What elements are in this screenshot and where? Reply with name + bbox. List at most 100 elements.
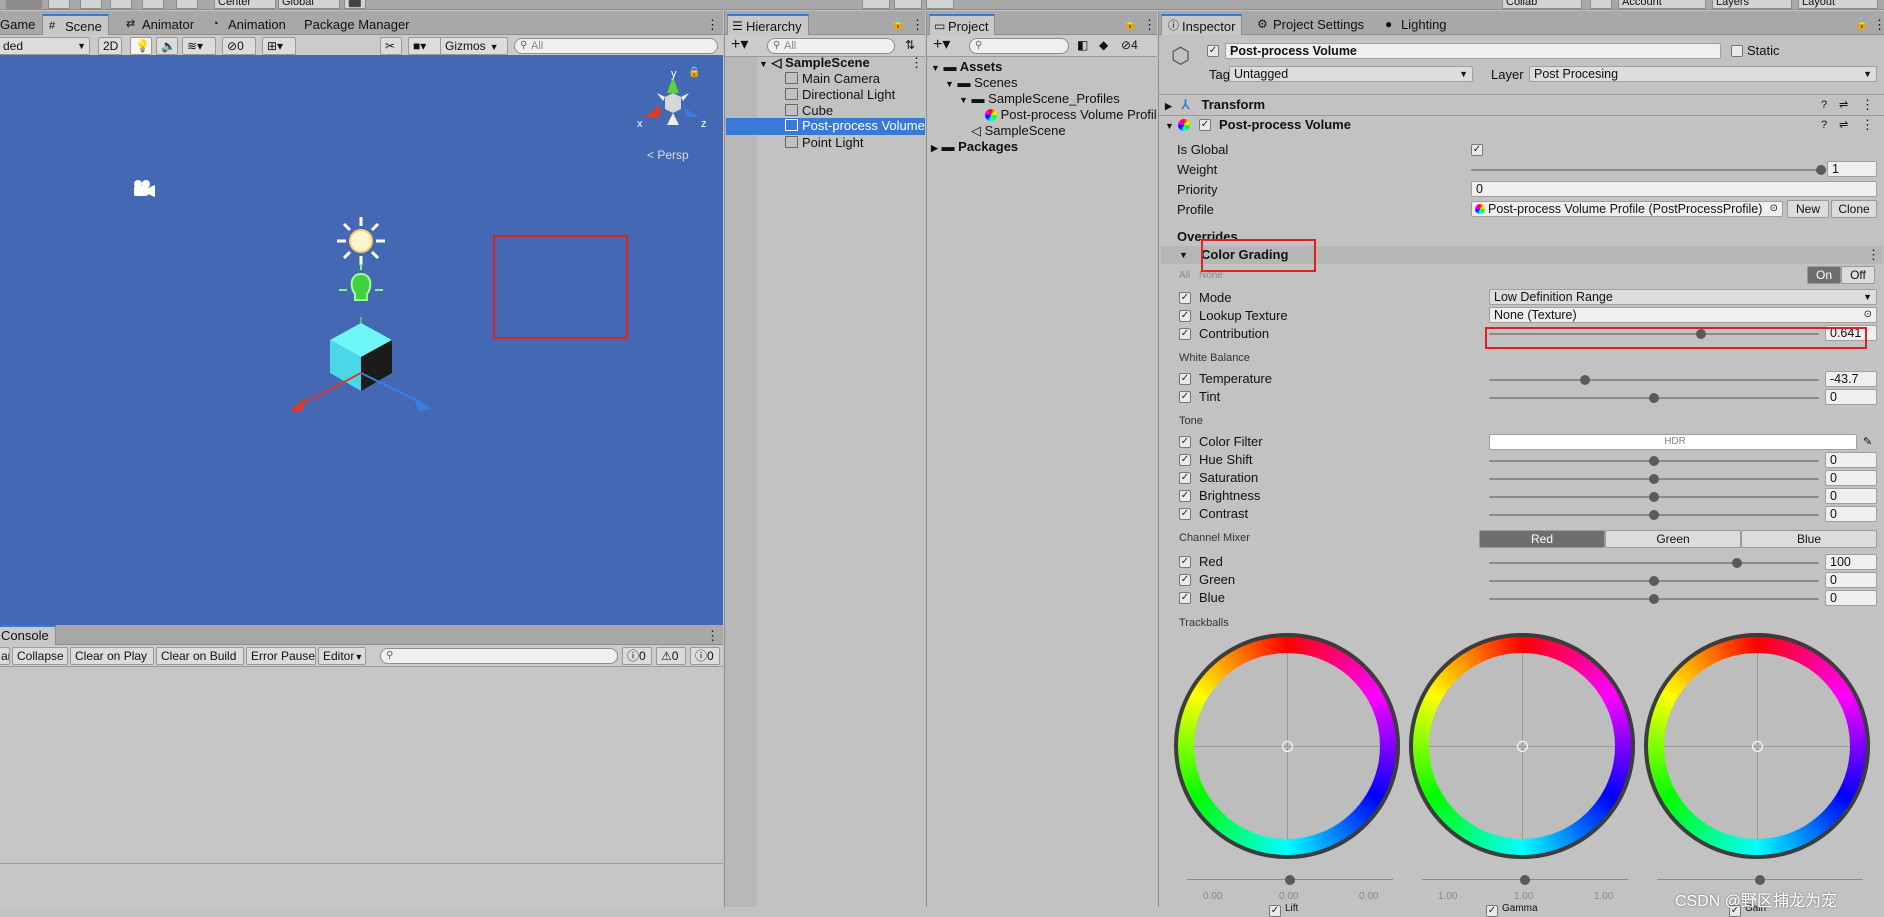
hierarchy-item[interactable]: Cube [785,103,833,119]
contribution-override-checkbox[interactable]: ✓ [1179,328,1191,340]
trackball-gain[interactable]: ✓ Gain [1644,633,1870,917]
tag-dropdown[interactable]: Untagged ▼ [1229,66,1473,82]
channel-tab-red[interactable]: Red [1479,530,1605,548]
play-button[interactable] [862,0,890,9]
z-arrow-icon[interactable] [414,397,432,411]
move-tool-icon[interactable] [6,0,42,9]
kebab-menu-icon[interactable]: ⋮ [910,55,923,71]
profile-field[interactable]: Post-process Volume Profile (PostProcess… [1471,201,1783,217]
weight-slider[interactable] [1471,165,1826,175]
pause-button[interactable] [894,0,922,9]
clear-on-play-button[interactable]: Clear on Play [70,647,154,665]
layout-dropdown[interactable]: Layout [1798,0,1878,9]
hue-shift-slider[interactable] [1489,456,1819,466]
layer-dropdown[interactable]: Post Procesing ▼ [1529,66,1877,82]
lighting-toggle-icon[interactable]: 💡 [130,37,152,55]
trackball-gamma[interactable]: 1.00 1.00 1.00 ✓ Gamma [1409,633,1635,917]
presets-icon[interactable]: ⇌ [1839,117,1848,133]
none-toggle[interactable]: None [1199,268,1223,284]
custom-tool-icon[interactable] [176,0,198,9]
x-arrow-icon[interactable] [290,397,306,411]
kebab-menu-icon[interactable]: ⋮ [1861,117,1874,133]
active-checkbox[interactable]: ✓ [1207,45,1219,57]
tab-project-settings[interactable]: ⚙ Project Settings [1253,14,1370,35]
snap-icon[interactable]: ⬛ [344,0,366,9]
move-z-axis[interactable] [360,372,421,403]
kebab-menu-icon[interactable]: ⋮ [700,14,725,35]
help-icon[interactable]: ? [1821,117,1827,133]
layers-dropdown[interactable]: Layers [1712,0,1792,9]
project-folder-scenes[interactable]: ▼ ▬ Scenes [945,75,1018,92]
directional-light-icon[interactable] [337,217,385,265]
camera-icon[interactable] [134,180,155,197]
slider-knob[interactable] [1579,375,1590,385]
new-profile-button[interactable]: New [1787,200,1829,218]
tab-project[interactable]: ▭ Project [929,14,996,35]
blue-field[interactable]: 0 [1825,590,1877,606]
tab-scene[interactable]: # Scene [42,14,109,35]
blue-slider[interactable] [1489,594,1819,604]
hierarchy-item[interactable]: Point Light [785,135,863,151]
clear-on-build-button[interactable]: Clear on Build [156,647,244,665]
temperature-field[interactable]: -43.7 [1825,371,1877,387]
hue-shift-override-checkbox[interactable]: ✓ [1179,454,1191,466]
tab-game[interactable]: Game [0,14,41,35]
red-field[interactable]: 100 [1825,554,1877,570]
error-pause-button[interactable]: Error Pause [246,647,316,665]
audio-toggle-icon[interactable]: 🔈 [156,37,178,55]
help-icon[interactable]: ? [1821,97,1827,113]
wheel-handle[interactable] [1282,741,1293,752]
channel-tab-blue[interactable]: Blue [1741,530,1877,548]
project-search-input[interactable] [969,38,1069,54]
clone-profile-button[interactable]: Clone [1831,200,1877,218]
slider-knob[interactable] [1649,576,1659,586]
clear-button[interactable]: ar [0,647,10,665]
contrast-field[interactable]: 0 [1825,506,1877,522]
pivot-center-button[interactable]: Center [214,0,276,9]
error-count-toggle[interactable]: ⓘ0 [690,647,720,665]
tint-field[interactable]: 0 [1825,389,1877,405]
slider-knob[interactable] [1649,510,1659,520]
warning-count-toggle[interactable]: ⚠0 [656,647,686,665]
tab-lighting[interactable]: ● Lighting [1381,14,1453,35]
hierarchy-search-input[interactable]: All [767,38,895,54]
green-field[interactable]: 0 [1825,572,1877,588]
sort-icon[interactable]: ⇅ [901,37,921,55]
tab-package-manager[interactable]: Package Manager [298,14,416,35]
saturation-slider[interactable] [1489,474,1819,484]
step-button[interactable] [926,0,954,9]
brightness-override-checkbox[interactable]: ✓ [1179,490,1191,502]
slider-knob[interactable] [1649,393,1659,403]
scene-viewport[interactable]: y x z 🔒 < Persp [0,55,723,625]
saturation-override-checkbox[interactable]: ✓ [1179,472,1191,484]
account-dropdown[interactable]: Account [1618,0,1706,9]
hidden-objects-toggle[interactable]: ⊘0 [222,37,256,55]
tint-override-checkbox[interactable]: ✓ [1179,391,1191,403]
slider-knob[interactable] [1816,165,1826,175]
mode-dropdown[interactable]: Low Definition Range ▼ [1489,289,1877,305]
hierarchy-item[interactable]: Main Camera [785,71,880,87]
log-count-toggle[interactable]: ⓘ0 [622,647,652,665]
slider-knob[interactable] [1649,594,1659,604]
kebab-menu-icon[interactable]: ⋮ [700,625,725,646]
green-override-checkbox[interactable]: ✓ [1179,574,1191,586]
create-asset-icon[interactable]: +▾ [929,37,957,55]
filter-type-icon[interactable]: ◧ [1073,37,1093,55]
saturation-field[interactable]: 0 [1825,470,1877,486]
tab-console[interactable]: Console [0,625,56,645]
all-toggle[interactable]: All [1179,268,1190,284]
hierarchy-item[interactable]: Directional Light [785,87,895,103]
rotate-tool-icon[interactable] [48,0,70,9]
project-folder-packages[interactable]: ▶ ▬ Packages [931,139,1018,156]
blue-override-checkbox[interactable]: ✓ [1179,592,1191,604]
red-slider[interactable] [1489,558,1819,568]
add-object-icon[interactable]: +▾ [727,37,755,55]
tab-hierarchy[interactable]: ☰ Hierarchy [727,14,809,35]
tab-animator[interactable]: ⇄ Animator [122,14,200,35]
cube-object[interactable] [330,323,392,391]
2d-toggle[interactable]: 2D [98,37,122,55]
point-light-icon[interactable] [339,264,383,301]
kebab-menu-icon[interactable]: ⋮ [1867,247,1880,263]
project-folder-profiles[interactable]: ▼ ▬ SampleScene_Profiles [959,91,1120,108]
weight-field[interactable]: 1 [1827,161,1877,177]
